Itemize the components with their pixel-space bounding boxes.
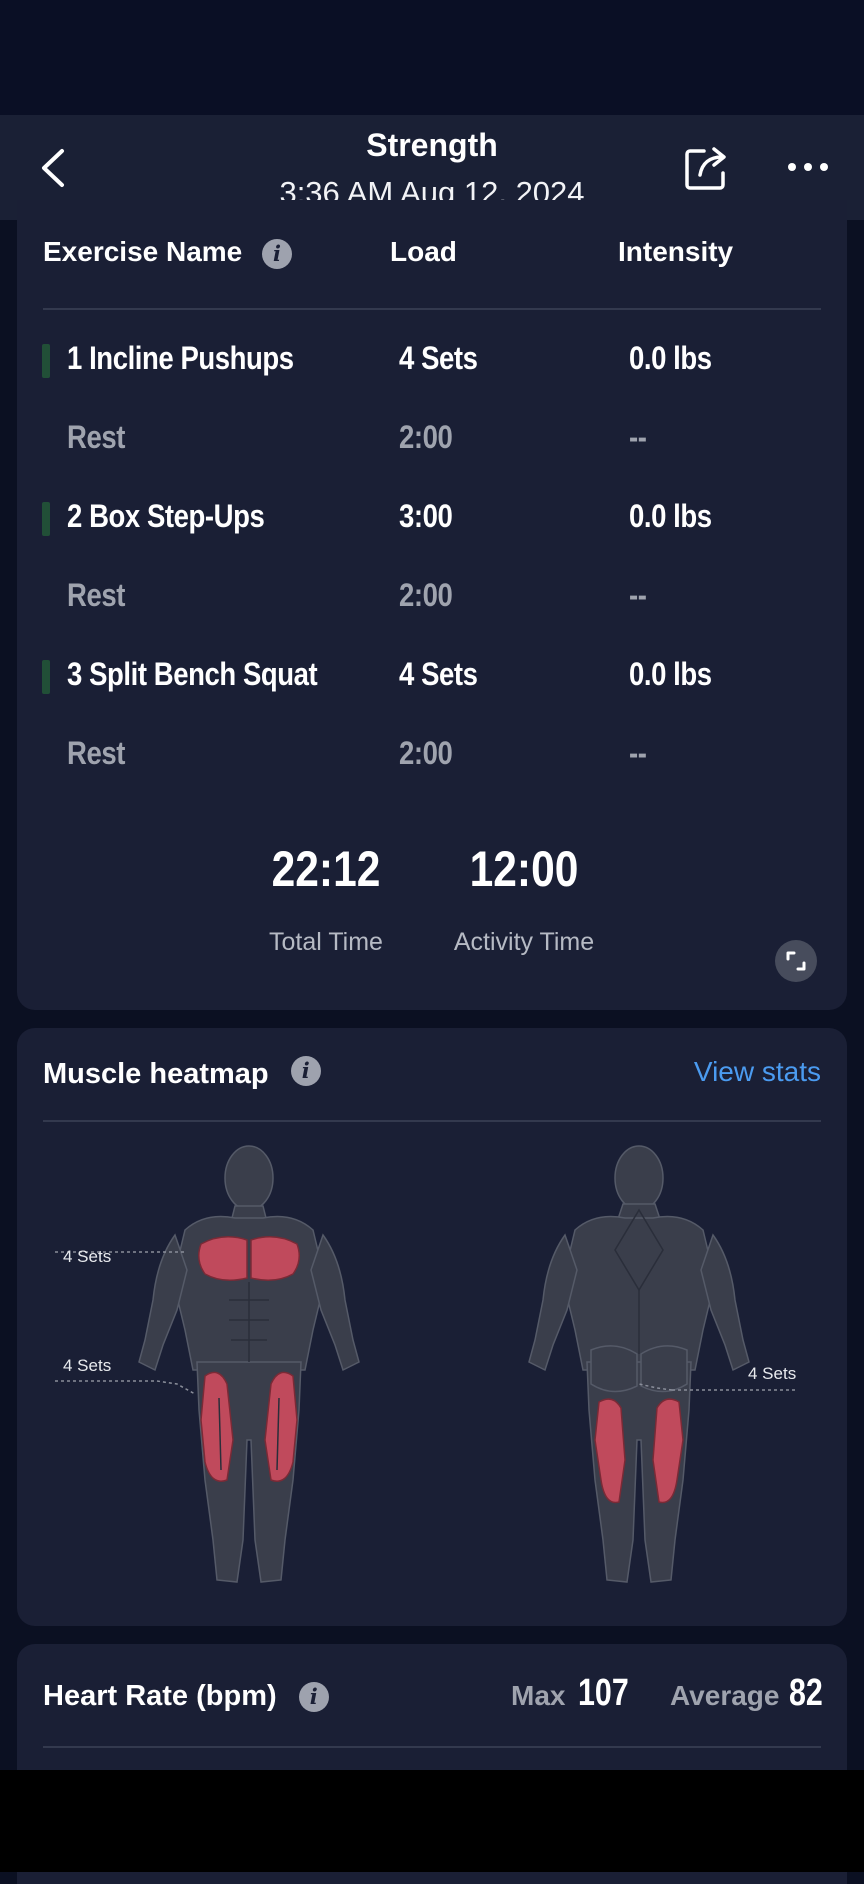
activity-time-label: Activity Time: [453, 928, 595, 956]
divider: [43, 308, 821, 310]
exercise-load: 4 Sets: [399, 340, 478, 376]
exercise-row[interactable]: 1 Incline Pushups 4 Sets 0.0 lbs: [17, 332, 847, 392]
rest-row: Rest 2:00 --: [17, 411, 847, 471]
exercise-intensity: 0.0 lbs: [629, 340, 712, 376]
rest-row: Rest 2:00 --: [17, 727, 847, 787]
rest-name: Rest: [67, 735, 125, 771]
rest-name: Rest: [67, 577, 125, 613]
rest-intensity: --: [629, 735, 647, 771]
share-icon: [685, 147, 726, 190]
exercise-load: 3:00: [399, 498, 453, 534]
exercise-marker: [42, 660, 50, 694]
rest-intensity: --: [629, 419, 647, 455]
exercise-name: 2 Box Step-Ups: [67, 498, 265, 534]
expand-button[interactable]: [775, 940, 817, 982]
heatmap-leader-lines: [55, 1251, 797, 1395]
exercise-row[interactable]: 3 Split Bench Squat 4 Sets 0.0 lbs: [17, 648, 847, 708]
divider: [43, 1746, 821, 1748]
heart-rate-title: Heart Rate (bpm) i: [43, 1680, 329, 1713]
exercise-intensity: 0.0 lbs: [629, 498, 712, 534]
info-icon[interactable]: i: [262, 238, 293, 269]
column-header-intensity: Intensity: [618, 236, 734, 267]
exercise-marker: [42, 344, 50, 378]
exercise-name: 3 Split Bench Squat: [67, 656, 318, 692]
page-title: Strength: [366, 127, 498, 163]
column-header-exercise: Exercise Name i: [43, 236, 293, 269]
hr-max-value: 107: [578, 1672, 629, 1714]
exercise-card: Exercise Name i Load Intensity 1 Incline…: [17, 200, 847, 1010]
total-time-label: Total Time: [269, 928, 383, 956]
hr-average-label: Average: [670, 1680, 780, 1711]
rest-load: 2:00: [399, 735, 453, 771]
exercise-load: 4 Sets: [399, 656, 478, 692]
rest-load: 2:00: [399, 577, 453, 613]
muscle-heatmap-card: Muscle heatmap i View stats 4 Sets 4 Set…: [17, 1028, 847, 1626]
rest-row: Rest 2:00 --: [17, 569, 847, 629]
rest-load: 2:00: [399, 419, 453, 455]
rest-intensity: --: [629, 577, 647, 613]
info-icon[interactable]: i: [298, 1682, 329, 1713]
chest-sets-label: 4 Sets: [63, 1247, 112, 1266]
hr-average-value: 82: [789, 1672, 823, 1714]
column-header-load: Load: [390, 236, 457, 267]
activity-time-value: 12:00: [469, 841, 579, 897]
exercise-row[interactable]: 2 Box Step-Ups 3:00 0.0 lbs: [17, 490, 847, 550]
status-bar: [0, 0, 864, 115]
hr-max-label: Max: [511, 1680, 566, 1711]
exercise-name: 1 Incline Pushups: [67, 340, 294, 376]
quads-sets-label: 4 Sets: [63, 1356, 112, 1375]
hamstrings-sets-label: 4 Sets: [748, 1364, 797, 1383]
bottom-nav-bar: [0, 1770, 864, 1872]
exercise-intensity: 0.0 lbs: [629, 656, 712, 692]
rest-name: Rest: [67, 419, 125, 455]
exercise-marker: [42, 502, 50, 536]
total-time-value: 22:12: [271, 841, 381, 897]
more-icon: [788, 163, 828, 171]
expand-icon: [786, 951, 806, 971]
share-button[interactable]: [682, 145, 730, 193]
more-options-button[interactable]: [784, 157, 832, 177]
